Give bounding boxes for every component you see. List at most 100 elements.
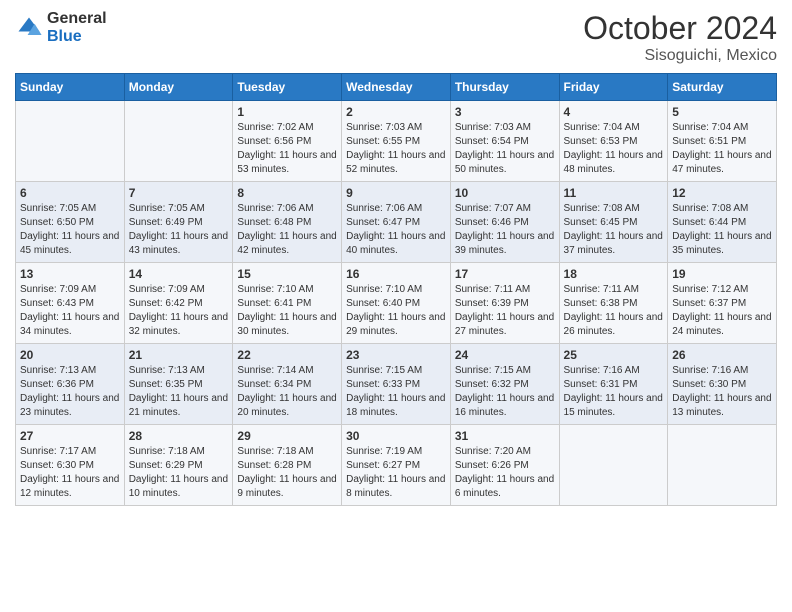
day-number: 19 [672, 267, 772, 281]
day-number: 12 [672, 186, 772, 200]
day-number: 24 [455, 348, 555, 362]
header-wednesday: Wednesday [342, 74, 451, 101]
day-detail: Sunrise: 7:18 AM Sunset: 6:29 PM Dayligh… [129, 445, 229, 501]
calendar-week-2: 13Sunrise: 7:09 AM Sunset: 6:43 PM Dayli… [16, 263, 777, 344]
calendar-cell: 29 Sunrise: 7:18 AM Sunset: 6:28 PM Dayli… [233, 425, 342, 506]
logo: General Blue [15, 10, 107, 46]
day-detail: Sunrise: 7:08 AM Sunset: 6:44 PM Dayligh… [672, 202, 772, 258]
day-detail: Sunrise: 7:04 AM Sunset: 6:51 PM Dayligh… [672, 121, 772, 177]
day-detail: Sunrise: 7:12 AM Sunset: 6:37 PM Dayligh… [672, 283, 772, 339]
calendar-cell: 25 Sunrise: 7:16 AM Sunset: 6:31 PM Dayli… [559, 344, 668, 425]
day-detail: Sunrise: 7:15 AM Sunset: 6:33 PM Dayligh… [346, 364, 446, 420]
day-number: 8 [237, 186, 337, 200]
day-detail: Sunrise: 7:09 AM Sunset: 6:43 PM Dayligh… [20, 283, 120, 339]
calendar-cell: 21 Sunrise: 7:13 AM Sunset: 6:35 PM Dayli… [124, 344, 233, 425]
logo-icon [15, 14, 43, 42]
calendar-cell: 4 Sunrise: 7:04 AM Sunset: 6:53 PM Daylig… [559, 101, 668, 182]
calendar-cell [16, 101, 125, 182]
calendar-cell [559, 425, 668, 506]
logo-blue: Blue [47, 28, 82, 45]
day-number: 5 [672, 105, 772, 119]
calendar-cell [124, 101, 233, 182]
calendar-cell [668, 425, 777, 506]
day-number: 16 [346, 267, 446, 281]
calendar-week-4: 27Sunrise: 7:17 AM Sunset: 6:30 PM Dayli… [16, 425, 777, 506]
calendar-cell: 28 Sunrise: 7:18 AM Sunset: 6:29 PM Dayli… [124, 425, 233, 506]
day-number: 25 [564, 348, 664, 362]
day-number: 18 [564, 267, 664, 281]
calendar-cell: 1 Sunrise: 7:02 AM Sunset: 6:56 PM Daylig… [233, 101, 342, 182]
calendar-cell: 7Sunrise: 7:05 AM Sunset: 6:49 PM Daylig… [124, 182, 233, 263]
calendar-week-0: 1 Sunrise: 7:02 AM Sunset: 6:56 PM Daylig… [16, 101, 777, 182]
logo-text: General Blue [47, 10, 107, 46]
logo-general: General [47, 10, 107, 27]
day-number: 22 [237, 348, 337, 362]
calendar-cell: 30Sunrise: 7:19 AM Sunset: 6:27 PM Dayli… [342, 425, 451, 506]
day-detail: Sunrise: 7:08 AM Sunset: 6:45 PM Dayligh… [564, 202, 664, 258]
day-detail: Sunrise: 7:04 AM Sunset: 6:53 PM Dayligh… [564, 121, 664, 177]
day-detail: Sunrise: 7:16 AM Sunset: 6:31 PM Dayligh… [564, 364, 664, 420]
calendar-cell: 20Sunrise: 7:13 AM Sunset: 6:36 PM Dayli… [16, 344, 125, 425]
title-block: October 2024 Sisoguichi, Mexico [583, 10, 777, 65]
day-number: 21 [129, 348, 229, 362]
calendar-cell: 19 Sunrise: 7:12 AM Sunset: 6:37 PM Dayli… [668, 263, 777, 344]
day-detail: Sunrise: 7:14 AM Sunset: 6:34 PM Dayligh… [237, 364, 337, 420]
day-detail: Sunrise: 7:06 AM Sunset: 6:48 PM Dayligh… [237, 202, 337, 258]
header-monday: Monday [124, 74, 233, 101]
day-detail: Sunrise: 7:15 AM Sunset: 6:32 PM Dayligh… [455, 364, 555, 420]
calendar-cell: 16 Sunrise: 7:10 AM Sunset: 6:40 PM Dayli… [342, 263, 451, 344]
day-number: 7 [129, 186, 229, 200]
day-number: 2 [346, 105, 446, 119]
day-number: 3 [455, 105, 555, 119]
calendar-cell: 2 Sunrise: 7:03 AM Sunset: 6:55 PM Daylig… [342, 101, 451, 182]
day-number: 4 [564, 105, 664, 119]
calendar-week-3: 20Sunrise: 7:13 AM Sunset: 6:36 PM Dayli… [16, 344, 777, 425]
day-detail: Sunrise: 7:07 AM Sunset: 6:46 PM Dayligh… [455, 202, 555, 258]
day-number: 29 [237, 429, 337, 443]
calendar-cell: 23Sunrise: 7:15 AM Sunset: 6:33 PM Dayli… [342, 344, 451, 425]
day-number: 28 [129, 429, 229, 443]
calendar-cell: 11 Sunrise: 7:08 AM Sunset: 6:45 PM Dayli… [559, 182, 668, 263]
day-detail: Sunrise: 7:13 AM Sunset: 6:36 PM Dayligh… [20, 364, 120, 420]
day-detail: Sunrise: 7:13 AM Sunset: 6:35 PM Dayligh… [129, 364, 229, 420]
day-number: 9 [346, 186, 446, 200]
day-detail: Sunrise: 7:03 AM Sunset: 6:55 PM Dayligh… [346, 121, 446, 177]
day-number: 14 [129, 267, 229, 281]
location-title: Sisoguichi, Mexico [583, 47, 777, 65]
day-number: 1 [237, 105, 337, 119]
day-number: 17 [455, 267, 555, 281]
calendar-cell: 3 Sunrise: 7:03 AM Sunset: 6:54 PM Daylig… [450, 101, 559, 182]
day-detail: Sunrise: 7:11 AM Sunset: 6:38 PM Dayligh… [564, 283, 664, 339]
day-detail: Sunrise: 7:20 AM Sunset: 6:26 PM Dayligh… [455, 445, 555, 501]
calendar-table: SundayMondayTuesdayWednesdayThursdayFrid… [15, 73, 777, 506]
header-tuesday: Tuesday [233, 74, 342, 101]
day-detail: Sunrise: 7:11 AM Sunset: 6:39 PM Dayligh… [455, 283, 555, 339]
calendar-cell: 18 Sunrise: 7:11 AM Sunset: 6:38 PM Dayli… [559, 263, 668, 344]
calendar-cell: 31 Sunrise: 7:20 AM Sunset: 6:26 PM Dayli… [450, 425, 559, 506]
calendar-cell: 15Sunrise: 7:10 AM Sunset: 6:41 PM Dayli… [233, 263, 342, 344]
calendar-cell: 8 Sunrise: 7:06 AM Sunset: 6:48 PM Daylig… [233, 182, 342, 263]
calendar-cell: 14 Sunrise: 7:09 AM Sunset: 6:42 PM Dayli… [124, 263, 233, 344]
day-number: 6 [20, 186, 120, 200]
day-detail: Sunrise: 7:10 AM Sunset: 6:40 PM Dayligh… [346, 283, 446, 339]
day-detail: Sunrise: 7:17 AM Sunset: 6:30 PM Dayligh… [20, 445, 120, 501]
day-detail: Sunrise: 7:18 AM Sunset: 6:28 PM Dayligh… [237, 445, 337, 501]
calendar-cell: 6 Sunrise: 7:05 AM Sunset: 6:50 PM Daylig… [16, 182, 125, 263]
page-header: General Blue October 2024 Sisoguichi, Me… [15, 10, 777, 65]
day-number: 11 [564, 186, 664, 200]
day-detail: Sunrise: 7:02 AM Sunset: 6:56 PM Dayligh… [237, 121, 337, 177]
calendar-cell: 27Sunrise: 7:17 AM Sunset: 6:30 PM Dayli… [16, 425, 125, 506]
calendar-cell: 22 Sunrise: 7:14 AM Sunset: 6:34 PM Dayli… [233, 344, 342, 425]
day-detail: Sunrise: 7:05 AM Sunset: 6:50 PM Dayligh… [20, 202, 120, 258]
calendar-cell: 5 Sunrise: 7:04 AM Sunset: 6:51 PM Daylig… [668, 101, 777, 182]
day-detail: Sunrise: 7:09 AM Sunset: 6:42 PM Dayligh… [129, 283, 229, 339]
day-number: 31 [455, 429, 555, 443]
calendar-cell: 9Sunrise: 7:06 AM Sunset: 6:47 PM Daylig… [342, 182, 451, 263]
calendar-cell: 17 Sunrise: 7:11 AM Sunset: 6:39 PM Dayli… [450, 263, 559, 344]
day-detail: Sunrise: 7:03 AM Sunset: 6:54 PM Dayligh… [455, 121, 555, 177]
day-detail: Sunrise: 7:19 AM Sunset: 6:27 PM Dayligh… [346, 445, 446, 501]
calendar-cell: 24 Sunrise: 7:15 AM Sunset: 6:32 PM Dayli… [450, 344, 559, 425]
calendar-cell: 13Sunrise: 7:09 AM Sunset: 6:43 PM Dayli… [16, 263, 125, 344]
day-detail: Sunrise: 7:16 AM Sunset: 6:30 PM Dayligh… [672, 364, 772, 420]
month-title: October 2024 [583, 10, 777, 47]
